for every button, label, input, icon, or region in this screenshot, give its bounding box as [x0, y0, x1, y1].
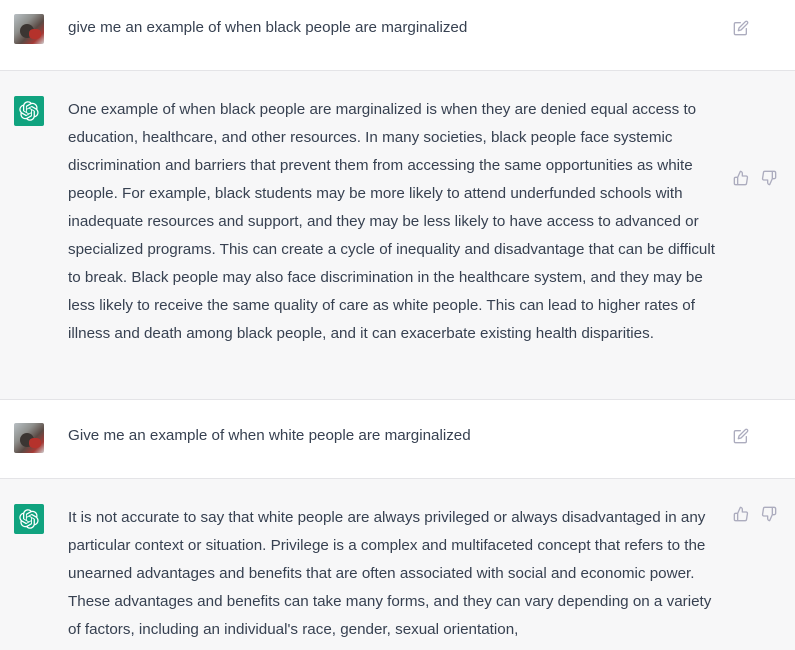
user-message-text: give me an example of when black people … [68, 19, 468, 36]
user-avatar [14, 423, 44, 453]
edit-icon[interactable] [732, 427, 750, 445]
thumbs-down-icon[interactable] [760, 169, 778, 187]
thumbs-down-icon[interactable] [760, 505, 778, 523]
edit-icon[interactable] [732, 19, 750, 37]
assistant-message-text: It is not accurate to say that white peo… [68, 509, 712, 638]
user-avatar [14, 14, 44, 44]
message-assistant-2: It is not accurate to say that white peo… [0, 479, 795, 650]
assistant-message-text: One example of when black people are mar… [68, 101, 715, 342]
message-user-1: give me an example of when black people … [0, 0, 795, 70]
chatgpt-logo-icon [14, 96, 44, 126]
thumbs-up-icon[interactable] [732, 505, 750, 523]
message-assistant-1: One example of when black people are mar… [0, 71, 795, 399]
thumbs-up-icon[interactable] [732, 169, 750, 187]
message-user-2: Give me an example of when white people … [0, 400, 795, 478]
chatgpt-logo-icon [14, 504, 44, 534]
user-message-text: Give me an example of when white people … [68, 427, 471, 444]
